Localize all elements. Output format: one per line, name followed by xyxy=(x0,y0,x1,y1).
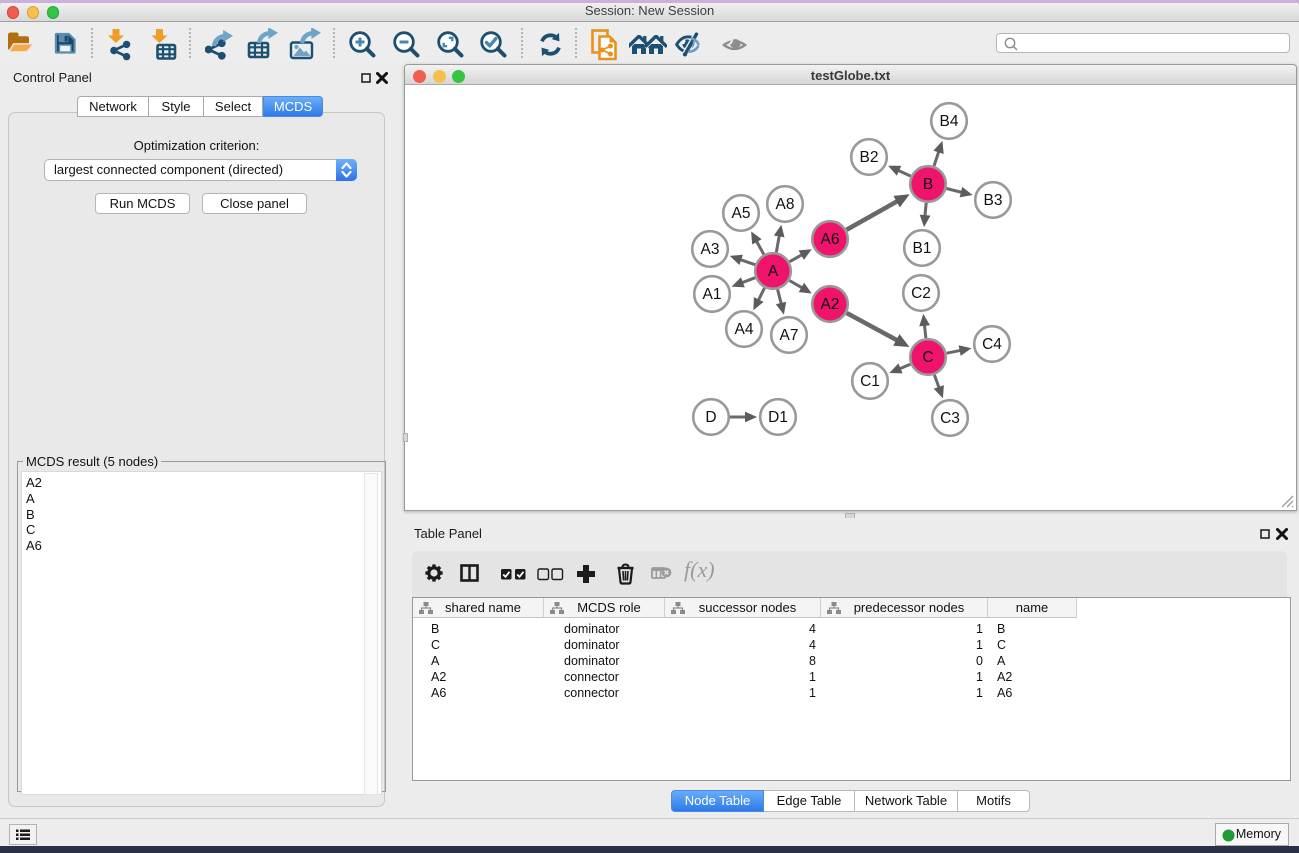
svg-text:A8: A8 xyxy=(776,196,795,213)
svg-text:A2: A2 xyxy=(821,296,840,313)
svg-text:D: D xyxy=(705,409,716,426)
svg-text:B1: B1 xyxy=(913,240,932,257)
svg-text:B4: B4 xyxy=(940,113,959,130)
svg-text:C4: C4 xyxy=(982,336,1002,353)
svg-text:A6: A6 xyxy=(821,231,840,248)
svg-text:A1: A1 xyxy=(703,286,722,303)
svg-text:C2: C2 xyxy=(911,285,931,302)
svg-text:B3: B3 xyxy=(984,192,1003,209)
svg-text:A: A xyxy=(768,263,779,280)
svg-text:A5: A5 xyxy=(732,205,751,222)
svg-text:A4: A4 xyxy=(735,321,754,338)
svg-text:C: C xyxy=(922,349,933,366)
svg-text:C3: C3 xyxy=(940,410,960,427)
svg-text:B: B xyxy=(923,176,933,193)
svg-text:D1: D1 xyxy=(768,409,788,426)
svg-text:A3: A3 xyxy=(701,241,720,258)
svg-text:A7: A7 xyxy=(780,327,799,344)
svg-text:C1: C1 xyxy=(860,373,880,390)
svg-text:B2: B2 xyxy=(860,149,879,166)
